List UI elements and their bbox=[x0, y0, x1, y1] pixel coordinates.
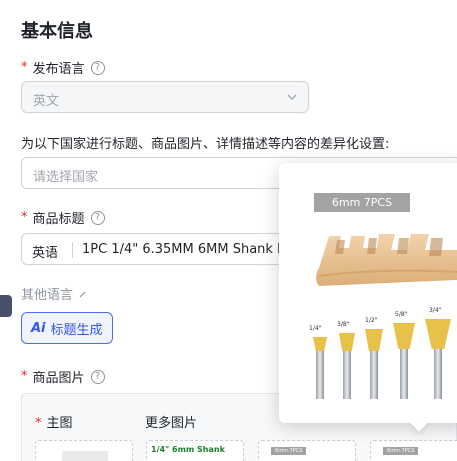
image-thumbnail[interactable]: 1/4" 6mm Shank bbox=[146, 440, 244, 461]
section-title: 基本信息 bbox=[21, 21, 93, 42]
ai-icon: Ai bbox=[31, 320, 46, 336]
thumbnail-image bbox=[62, 451, 108, 461]
thumbnail-caption: 6mm 7PCS bbox=[271, 447, 307, 455]
generate-title-label: 标题生成 bbox=[50, 322, 103, 338]
pencil-icon[interactable] bbox=[77, 288, 89, 300]
chevron-down-icon bbox=[287, 94, 297, 100]
bit-size-label: 1/2" bbox=[365, 317, 378, 324]
help-circle-icon[interactable]: ? bbox=[90, 60, 105, 75]
title-language-tag: 英语 bbox=[32, 246, 59, 261]
country-select-placeholder: 请选择国家 bbox=[33, 170, 99, 185]
publish-language-value: 英文 bbox=[33, 94, 60, 109]
publish-language-select[interactable]: 英文 bbox=[21, 81, 309, 113]
product-title-label-row: * 商品标题 ? bbox=[21, 208, 105, 227]
main-image-label-row: * 主图 bbox=[35, 412, 73, 431]
other-languages-label: 其他语言 bbox=[21, 288, 74, 303]
help-circle-icon[interactable]: ? bbox=[90, 210, 105, 225]
product-images-label-row: * 商品图片 ? bbox=[21, 367, 105, 386]
thumbnail-caption: 1/4" 6mm Shank bbox=[151, 445, 225, 454]
other-languages-row[interactable]: 其他语言 bbox=[21, 284, 89, 303]
required-mark: * bbox=[21, 210, 28, 225]
more-images-label: 更多图片 bbox=[145, 416, 198, 431]
image-preview-popover: 6mm 7PCS 1/4" 3/8" 1/2" 5/8" 3/4" bbox=[279, 163, 457, 432]
required-mark: * bbox=[21, 369, 28, 384]
publish-language-label-row: * 发布语言 ? bbox=[21, 58, 105, 77]
bit-size-label: 5/8" bbox=[395, 311, 408, 318]
help-circle-icon[interactable]: ? bbox=[90, 369, 105, 384]
image-thumbnail[interactable]: 6mm 7PCS bbox=[370, 440, 457, 461]
image-thumbnail[interactable]: 6mm 7PCS bbox=[258, 440, 356, 461]
preview-tag: 6mm 7PCS bbox=[314, 193, 410, 212]
product-title-label: 商品标题 bbox=[32, 212, 85, 227]
publish-language-label: 发布语言 bbox=[32, 62, 85, 77]
required-mark: * bbox=[35, 416, 42, 431]
product-images-label: 商品图片 bbox=[32, 371, 85, 386]
divider bbox=[72, 242, 73, 258]
thumbnail-caption: 6mm 7PCS bbox=[383, 447, 419, 455]
country-setting-description: 为以下国家进行标题、商品图片、详情描述等内容的差异化设置: bbox=[21, 137, 390, 152]
bit-size-label: 1/4" bbox=[309, 325, 322, 332]
main-image-thumbnail[interactable] bbox=[35, 440, 133, 461]
main-image-label: 主图 bbox=[46, 416, 73, 431]
product-title-value: 1PC 1/4" 6.35MM 6MM Shank M bbox=[82, 242, 289, 257]
bit-size-label: 3/4" bbox=[429, 307, 442, 314]
floating-assistant-icon[interactable] bbox=[0, 295, 12, 317]
wood-joint-image bbox=[316, 234, 457, 286]
generate-title-button[interactable]: Ai 标题生成 bbox=[21, 312, 113, 344]
bit-size-label: 3/8" bbox=[337, 321, 350, 328]
required-mark: * bbox=[21, 60, 28, 75]
